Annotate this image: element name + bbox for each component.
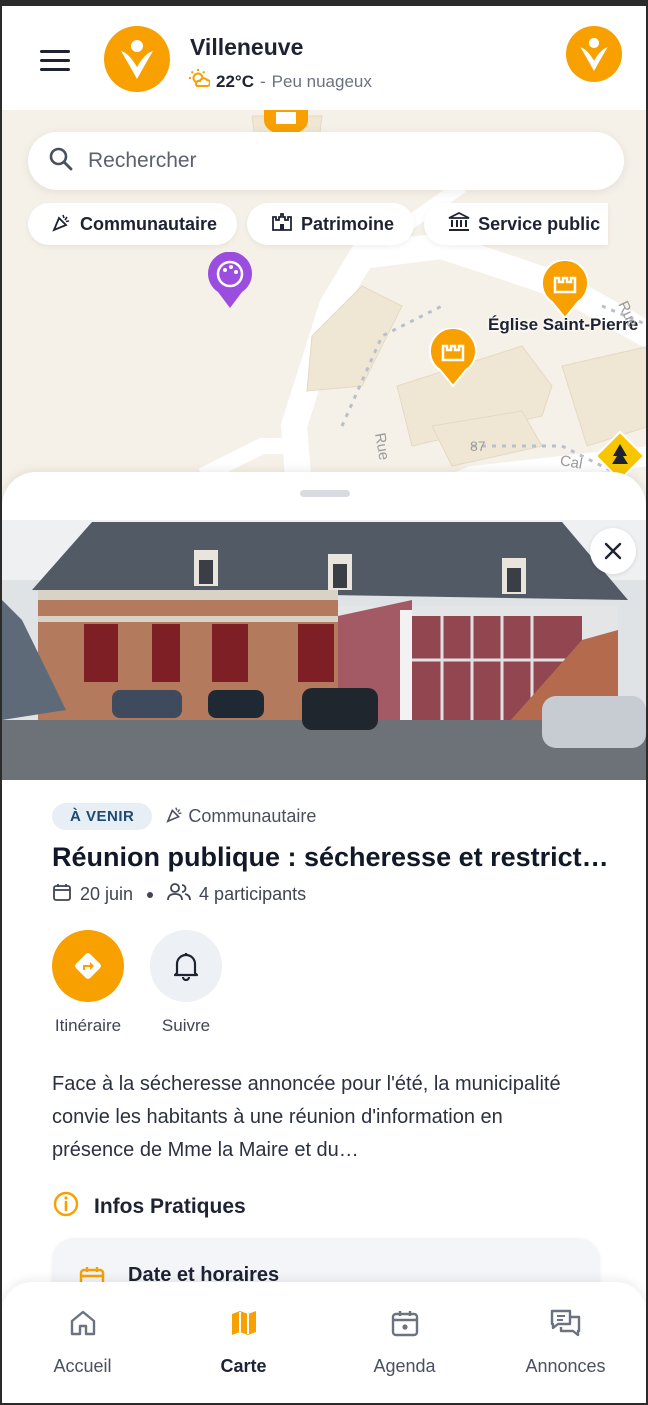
search-placeholder: Rechercher	[88, 149, 197, 172]
nav-label-annonces: Annonces	[525, 1356, 606, 1376]
bell-icon	[173, 953, 199, 981]
infos-pratiques-heading: Infos Pratiques	[52, 1190, 246, 1224]
event-category-label: Communautaire	[188, 806, 317, 826]
profile-logo-button[interactable]	[566, 26, 622, 82]
event-title: Réunion publique : sécheresse et restric…	[52, 842, 609, 872]
follow-label: Suivre	[161, 1016, 211, 1035]
home-icon	[70, 1310, 95, 1336]
castle-icon	[271, 212, 293, 237]
event-date: 20 juin	[80, 884, 134, 904]
menu-icon[interactable]	[40, 50, 70, 72]
event-participants: 4 participants	[199, 884, 307, 904]
directions-icon	[75, 953, 101, 979]
event-meta: 20 juin 4 participants	[52, 882, 306, 907]
nav-item-carte[interactable]: Carte	[163, 1282, 324, 1403]
follow-button[interactable]: Suivre	[150, 930, 222, 1036]
filter-chip-label: Service public	[478, 213, 601, 234]
nav-label-accueil: Accueil	[53, 1356, 112, 1376]
nav-label-agenda: Agenda	[373, 1356, 436, 1376]
sheet-drag-handle[interactable]	[300, 490, 350, 497]
bank-icon	[448, 211, 470, 237]
chat-icon	[550, 1309, 580, 1337]
city-logo	[104, 26, 170, 92]
nav-label-carte: Carte	[220, 1356, 267, 1376]
party-popper-icon	[166, 805, 184, 828]
event-photo	[2, 520, 646, 780]
event-actions: Itinéraire Suivre	[52, 930, 222, 1036]
weather-condition: Peu nuageux	[271, 71, 372, 91]
meta-separator-dot	[147, 891, 154, 898]
city-name: Villeneuve	[190, 34, 304, 60]
close-button[interactable]	[590, 528, 636, 574]
weather-temperature: 22°C	[216, 71, 254, 91]
calendar-icon	[52, 882, 72, 907]
top-header: Villeneuve 22°C - Peu nuageux	[2, 6, 646, 110]
search-bar[interactable]: Rechercher	[28, 132, 624, 190]
filter-chip-patrimoine[interactable]: Patrimoine	[247, 203, 415, 245]
map-street-label-2: Cal	[558, 452, 584, 473]
follow-icon-circle	[150, 930, 222, 1002]
app-frame: Église Saint-Pierre Rue Cal Rue 87 Ville…	[0, 0, 648, 1405]
close-icon	[604, 542, 622, 560]
filter-chip-service-public[interactable]: Service public	[424, 203, 609, 245]
party-popper-icon	[52, 212, 72, 237]
calendar-icon	[391, 1311, 418, 1337]
search-icon	[48, 146, 74, 177]
filter-chip-communautaire[interactable]: Communautaire	[28, 203, 238, 245]
map-icon	[231, 1311, 256, 1335]
directions-button[interactable]: Itinéraire	[52, 930, 124, 1036]
status-badge: À VENIR	[52, 803, 153, 830]
people-icon	[167, 882, 191, 907]
filter-chips: Communautaire Patrimoine Service public	[28, 203, 609, 245]
filter-chip-label: Communautaire	[80, 213, 218, 234]
partly-cloudy-icon	[188, 68, 211, 95]
nav-item-accueil[interactable]: Accueil	[2, 1282, 163, 1403]
bottom-navigation: Accueil Carte Agenda Annonces	[2, 1282, 646, 1403]
nav-item-annonces[interactable]: Annonces	[485, 1282, 646, 1403]
filter-chip-label: Patrimoine	[301, 213, 395, 234]
event-tags: À VENIR Communautaire	[52, 803, 316, 830]
event-description: Face à la sécheresse annoncée pour l'été…	[52, 1073, 561, 1161]
nav-item-agenda[interactable]: Agenda	[324, 1282, 485, 1403]
weather-summary: 22°C - Peu nuageux	[188, 68, 372, 95]
event-category: Communautaire	[166, 805, 316, 828]
info-icon	[52, 1190, 80, 1224]
directions-icon-circle	[52, 930, 124, 1002]
map-place-label: Église Saint-Pierre	[488, 315, 639, 334]
directions-label: Itinéraire	[54, 1016, 122, 1035]
weather-separator: -	[259, 71, 266, 91]
event-detail-sheet: À VENIR Communautaire Réunion publique :…	[2, 472, 646, 1403]
infos-pratiques-label: Infos Pratiques	[94, 1195, 246, 1218]
map-house-number: 87	[470, 438, 486, 454]
